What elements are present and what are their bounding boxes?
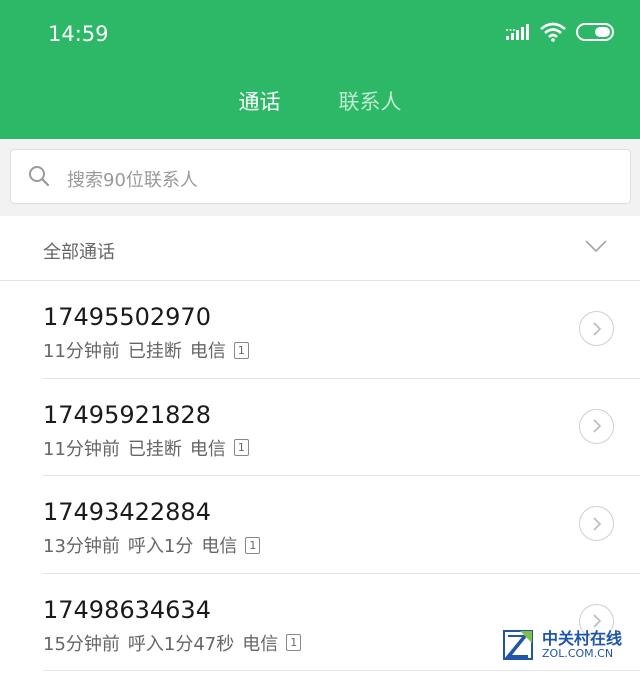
call-time-ago: 11分钟前 <box>43 438 120 460</box>
call-meta: 13分钟前 呼入1分 电信 1 <box>43 532 261 558</box>
call-number: 17495502970 <box>43 303 211 331</box>
zol-logo-icon <box>503 630 533 660</box>
wifi-icon <box>540 22 566 42</box>
call-log-list: 17495502970 11分钟前 已挂断 电信 1 17495921828 1… <box>0 281 640 671</box>
tab-contacts[interactable]: 联系人 <box>339 86 402 116</box>
call-detail-button[interactable] <box>579 311 614 346</box>
chevron-right-icon <box>592 516 601 531</box>
call-meta: 11分钟前 已挂断 电信 1 <box>43 337 249 363</box>
tab-bar: 通话 联系人 <box>0 86 640 116</box>
sim-card-icon: 1 <box>233 439 249 456</box>
search-area: 搜索90位联系人 <box>0 139 640 216</box>
call-time-ago: 11分钟前 <box>43 341 120 362</box>
sim-card-icon: 1 <box>245 536 261 554</box>
sim-card-icon: 1 <box>286 634 302 651</box>
sim-card-icon: 1 <box>233 341 249 359</box>
call-time-ago: 15分钟前 <box>43 633 120 655</box>
call-carrier: 电信 <box>242 633 279 655</box>
filter-label: 全部通话 <box>43 242 115 263</box>
app-header: 14:59 通话 联系人 <box>0 0 640 139</box>
signal-icon <box>506 24 529 40</box>
battery-icon <box>576 23 614 41</box>
watermark-domain: ZOL.COM.CN <box>542 647 614 660</box>
call-status: 已挂断 <box>127 438 182 460</box>
call-detail-button[interactable] <box>579 506 614 541</box>
call-number: 17498634634 <box>43 595 211 624</box>
call-detail-button[interactable] <box>579 408 614 444</box>
call-status: 已挂断 <box>127 341 182 362</box>
call-log-row[interactable]: 17495502970 11分钟前 已挂断 电信 1 <box>0 281 640 379</box>
status-time: 14:59 <box>48 22 109 46</box>
call-log-row[interactable]: 17495921828 11分钟前 已挂断 电信 1 <box>0 379 640 477</box>
search-placeholder: 搜索90位联系人 <box>67 170 198 191</box>
call-status: 呼入1分47秒 <box>127 633 235 655</box>
call-status: 呼入1分 <box>127 536 194 557</box>
call-number: 17495921828 <box>43 400 211 429</box>
call-log-row[interactable]: 17493422884 13分钟前 呼入1分 电信 1 <box>0 476 640 574</box>
watermark-name: 中关村在线 <box>542 629 623 648</box>
chevron-right-icon <box>592 321 601 336</box>
status-icons <box>506 22 616 42</box>
chevron-right-icon <box>592 419 601 433</box>
call-time-ago: 13分钟前 <box>43 536 120 557</box>
zol-watermark: 中关村在线 ZOL.COM.CN <box>500 627 622 663</box>
call-carrier: 电信 <box>189 341 226 362</box>
search-icon <box>29 166 50 187</box>
call-carrier: 电信 <box>189 438 226 460</box>
call-meta: 11分钟前 已挂断 电信 1 <box>43 435 249 461</box>
watermark-text: 中关村在线 ZOL.COM.CN <box>542 630 622 660</box>
chevron-down-icon <box>585 240 607 253</box>
call-number: 17493422884 <box>43 498 211 526</box>
search-input[interactable]: 搜索90位联系人 <box>10 149 631 204</box>
call-meta: 15分钟前 呼入1分47秒 电信 1 <box>43 630 302 656</box>
tab-calls[interactable]: 通话 <box>239 86 281 116</box>
call-filter-dropdown[interactable]: 全部通话 <box>0 216 640 281</box>
call-carrier: 电信 <box>201 536 238 557</box>
